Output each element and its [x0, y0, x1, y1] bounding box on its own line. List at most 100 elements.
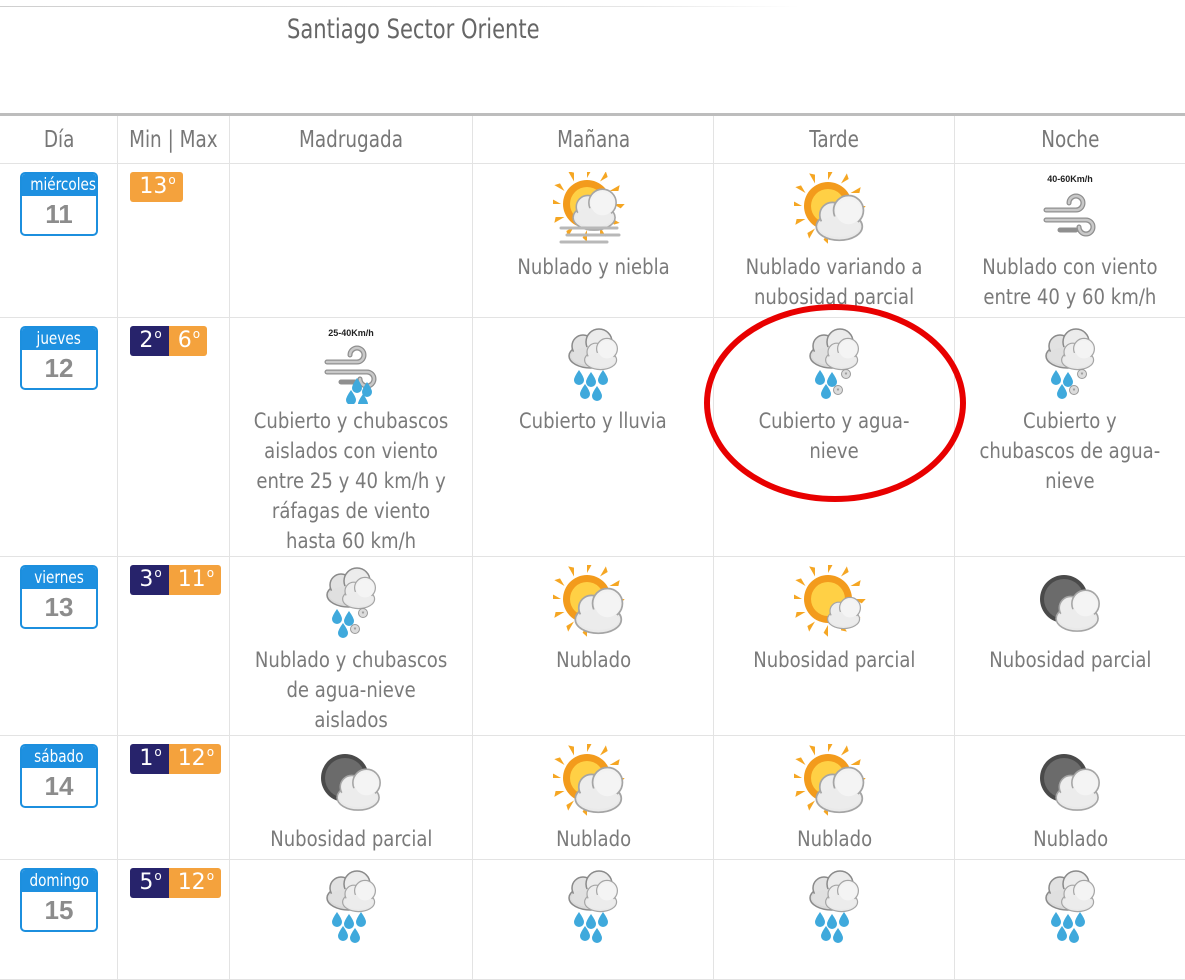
svg-text:*: *: [354, 627, 357, 634]
forecast-cell: Nublado: [472, 735, 715, 860]
forecast-description: Nublado y niebla: [517, 255, 670, 279]
day-name: domingo: [29, 871, 90, 891]
table-row: viernes 13 3o 11o * * Nublado y chubascos de…: [0, 556, 1185, 736]
calendar-day-badge: domingo 15: [20, 868, 98, 932]
highlight-circle: [704, 304, 966, 502]
calendar-day-badge: sábado 14: [20, 744, 98, 808]
day-name: sábado: [34, 747, 84, 767]
forecast-cell: [954, 859, 1185, 980]
min-temp: 2o: [130, 326, 169, 356]
sun-cloud-fog-icon: [553, 172, 625, 244]
forecast-description: Nublado variando a nubosidad parcial: [745, 255, 923, 309]
day-number: 14: [44, 771, 74, 801]
forecast-cell: [472, 859, 715, 980]
column-header-madrugada: Madrugada: [229, 116, 474, 164]
forecast-cell: * * Nublado y chubascos de agua-nieve aisl…: [229, 556, 474, 736]
forecast-description: Nublado: [1032, 827, 1108, 851]
rain-icon: [809, 870, 860, 943]
rain-icon: [568, 328, 619, 401]
calendar-day-badge: viernes 13: [20, 565, 98, 629]
moon-cloud-icon: [1040, 575, 1101, 632]
sun-cloud-icon: [794, 172, 866, 244]
day-cell: miércoles 11: [0, 163, 119, 318]
temperature-badges: 1o 12o: [130, 744, 229, 774]
forecast-description: Cubierto y chubascos de agua-nieve: [979, 409, 1161, 493]
day-name: jueves: [36, 329, 82, 349]
svg-text:40-60Km/h: 40-60Km/h: [1047, 174, 1093, 184]
table-row: jueves 12 2o 6o 25-40Km/h Cubierto y chubas…: [0, 317, 1185, 557]
top-divider: [0, 6, 800, 7]
sun-cloud-icon: [553, 565, 625, 637]
day-cell: jueves 12: [0, 317, 119, 557]
max-temp: 6o: [168, 326, 208, 356]
forecast-cell: Nublado: [713, 735, 956, 860]
moon-cloud-icon: [321, 754, 382, 811]
svg-text:25-40Km/h: 25-40Km/h: [328, 328, 374, 338]
sleet-icon: **: [326, 567, 377, 638]
rain-icon: [568, 870, 619, 943]
day-cell: viernes 13: [0, 556, 119, 736]
minmax-cell: 5o 12o: [117, 859, 231, 980]
forecast-cell: [229, 163, 474, 318]
table-row: miércoles 11 13o Nublado y niebla Nublado…: [0, 163, 1185, 318]
column-header-day: Día: [0, 116, 119, 164]
day-number: 15: [44, 895, 74, 925]
forecast-description: Nubosidad parcial: [989, 648, 1152, 672]
forecast-cell: Nublado: [472, 556, 715, 736]
forecast-cell: * * Cubierto y chubascos de agua-nieve: [954, 317, 1185, 557]
forecast-table: Día Min | Max Madrugada Mañana Tarde Noc…: [0, 116, 1185, 980]
min-temp: 5o: [130, 868, 169, 898]
forecast-description: Nublado con viento entre 40 y 60 km/h: [982, 255, 1158, 309]
svg-text:*: *: [362, 611, 365, 618]
forecast-description: Cubierto y lluvia: [519, 409, 668, 433]
forecast-cell: Nubosidad parcial: [713, 556, 956, 736]
sun-cloud-icon: [553, 744, 625, 816]
forecast-cell: 25-40Km/h Cubierto y chubascos aislados …: [229, 317, 474, 557]
min-temp: 3o: [130, 565, 169, 595]
forecast-description: Nublado y chubascos de agua-nieve aislad…: [254, 648, 448, 732]
calendar-day-badge: miércoles 11: [20, 172, 98, 236]
column-header-manana: Mañana: [472, 116, 715, 164]
column-header-minmax: Min | Max: [117, 116, 231, 164]
forecast-cell: Nubosidad parcial: [954, 556, 1185, 736]
forecast-description: Nublado: [555, 648, 631, 672]
calendar-day-badge: jueves 12: [20, 326, 98, 390]
minmax-cell: 1o 12o: [117, 735, 231, 860]
forecast-cell: Nublado variando a nubosidad parcial: [713, 163, 956, 318]
rain-icon: [326, 870, 377, 943]
day-cell: sábado 14: [0, 735, 119, 860]
table-header-row: Día Min | Max Madrugada Mañana Tarde Noc…: [0, 116, 1185, 164]
minmax-cell: 13o: [117, 163, 231, 318]
day-name: viernes: [34, 568, 84, 588]
forecast-description: Nublado: [796, 827, 872, 851]
forecast-cell: Nubosidad parcial: [229, 735, 474, 860]
svg-text:*: *: [1073, 388, 1076, 395]
forecast-description: Nublado: [555, 827, 631, 851]
forecast-description: Nubosidad parcial: [270, 827, 433, 851]
forecast-description: Cubierto y chubascos aislados con viento…: [253, 409, 449, 553]
minmax-cell: 2o 6o: [117, 317, 231, 557]
moon-cloud-icon: [1040, 754, 1101, 811]
max-temp: 12o: [168, 868, 222, 898]
column-header-noche: Noche: [954, 116, 1185, 164]
max-temp: 13o: [130, 172, 183, 202]
table-row: sábado 14 1o 12o Nubosidad parcial Nublado…: [0, 735, 1185, 860]
minmax-cell: 3o 11o: [117, 556, 231, 736]
wind-rain-icon: 25-40Km/h: [324, 328, 377, 404]
forecast-cell: 40-60Km/h Nublado con viento entre 40 y …: [954, 163, 1185, 318]
svg-text:*: *: [1081, 372, 1084, 379]
forecast-description: Nubosidad parcial: [753, 648, 916, 672]
forecast-cell: [713, 859, 956, 980]
max-temp: 11o: [168, 565, 222, 595]
forecast-cell: Nublado y niebla: [472, 163, 715, 318]
max-temp: 12o: [168, 744, 222, 774]
day-number: 12: [44, 353, 74, 383]
page-title: Santiago Sector Oriente: [287, 14, 540, 45]
forecast-cell: [229, 859, 474, 980]
day-cell: domingo 15: [0, 859, 119, 980]
day-number: 11: [45, 199, 73, 229]
temperature-badges: 3o 11o: [130, 565, 229, 595]
temperature-badges: 13o: [130, 172, 229, 202]
rain-icon: [1045, 870, 1096, 943]
temperature-badges: 5o 12o: [130, 868, 229, 898]
